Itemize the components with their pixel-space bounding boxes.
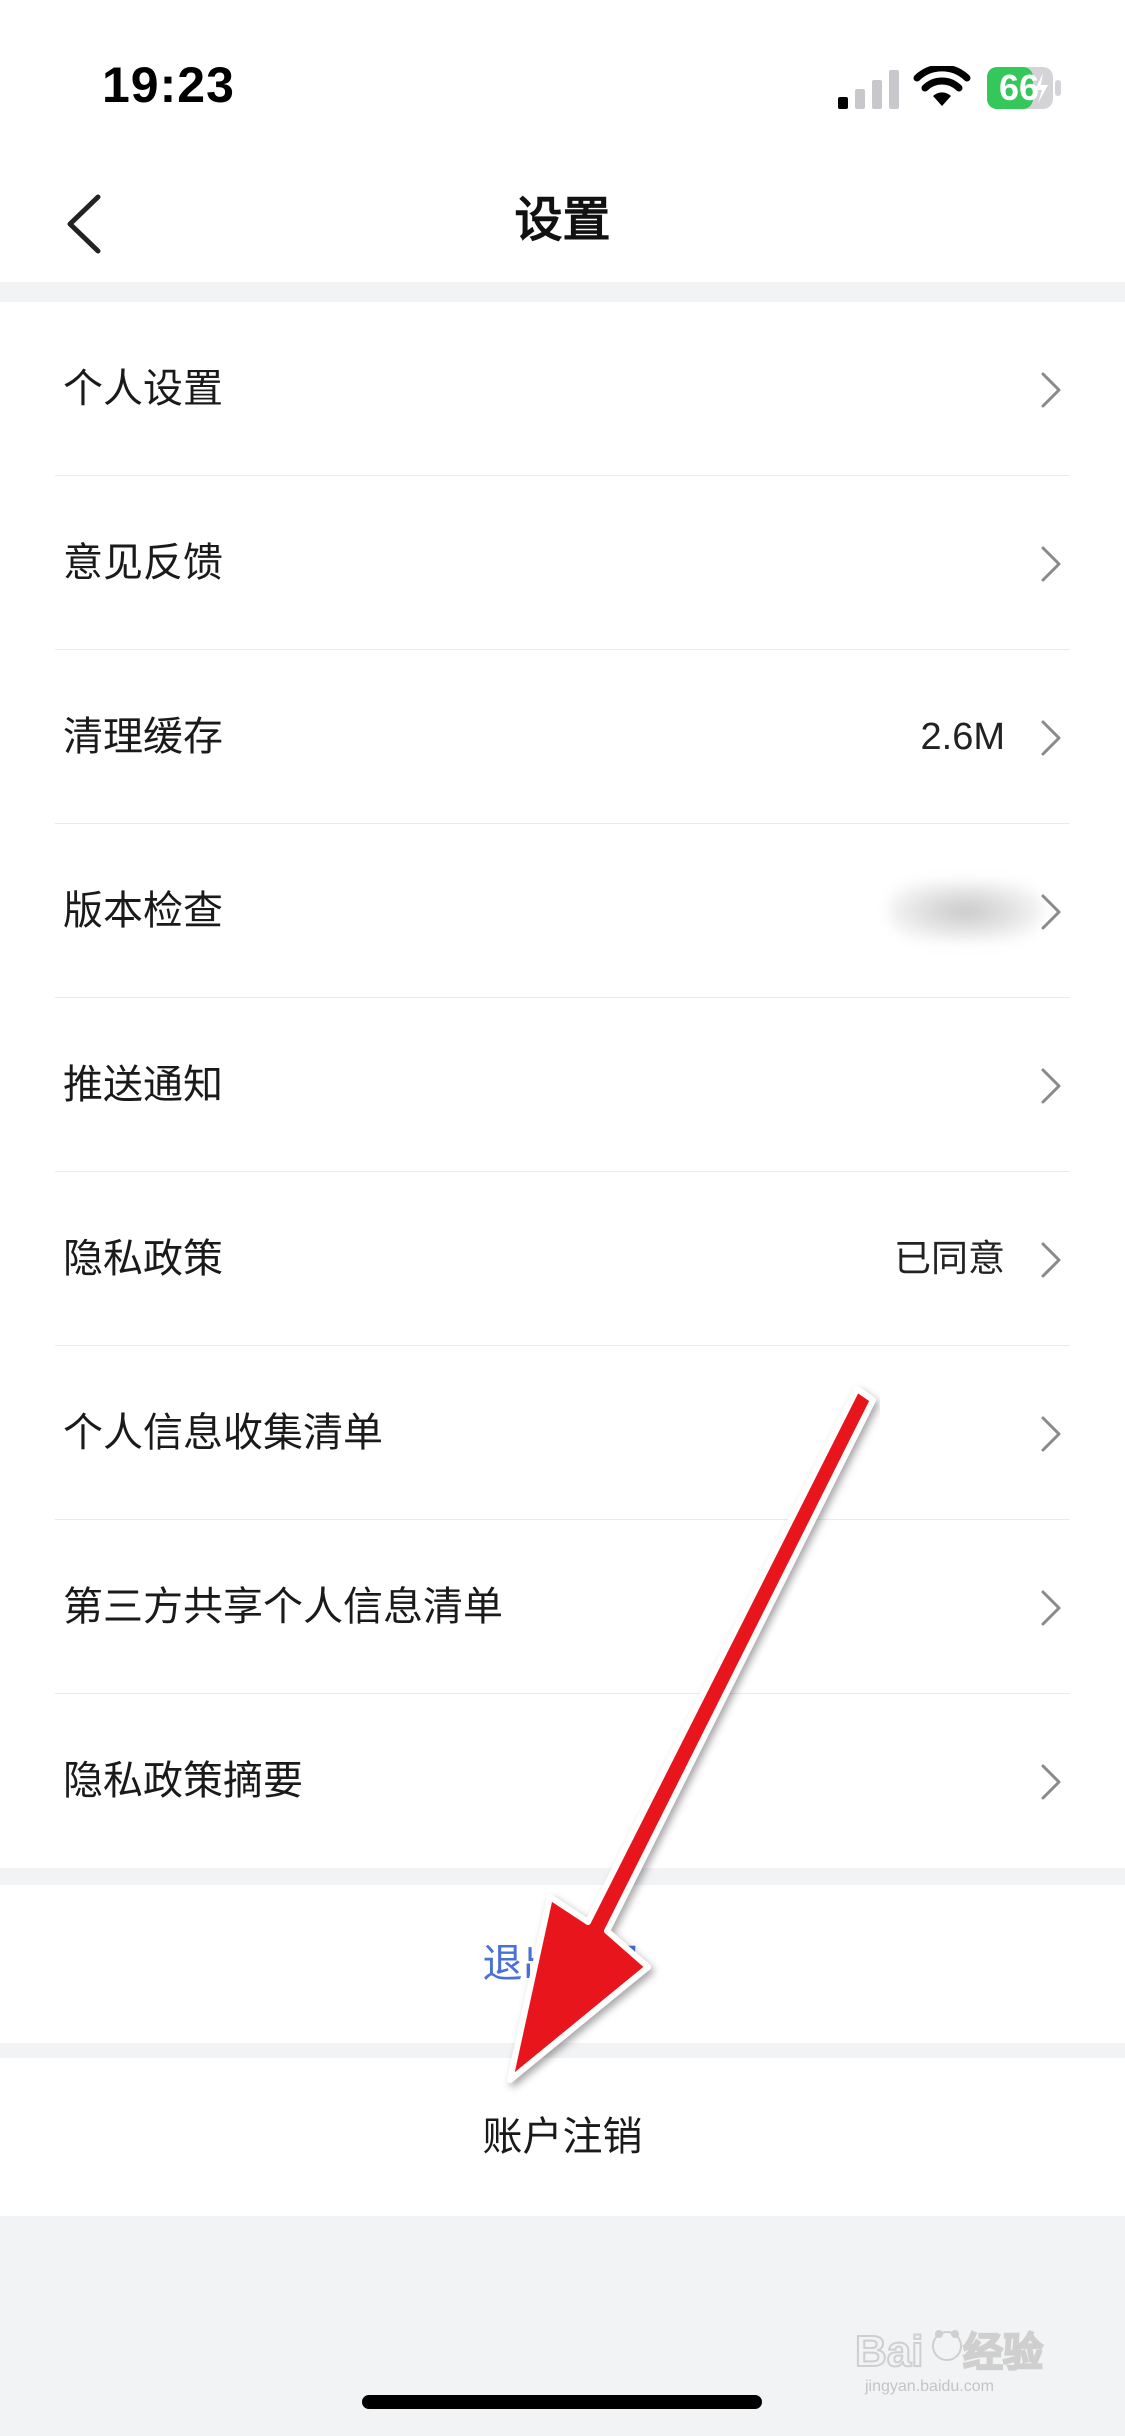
nav-bar: 设置 [0,165,1125,282]
logout-label: 退出登录 [482,1941,643,1987]
settings-item-label: 版本检查 [63,888,223,934]
settings-item-label: 个人信息收集清单 [63,1410,383,1456]
back-button[interactable] [52,183,124,265]
deregister-account-button[interactable]: 账户注销 [0,2058,1125,2216]
chevron-right-icon [1041,372,1061,408]
wifi-icon [913,66,971,106]
settings-item-label: 隐私政策摘要 [63,1758,303,1804]
settings-item-third-party-sharing-list[interactable]: 第三方共享个人信息清单 [0,1520,1125,1694]
settings-item-label: 第三方共享个人信息清单 [63,1584,503,1630]
settings-item-feedback[interactable]: 意见反馈 [0,476,1125,650]
baidu-watermark: Bai 经验 jingyan.baidu.com [855,2320,1075,2395]
settings-item-label: 意见反馈 [63,540,223,586]
deregister-label: 账户注销 [482,2114,643,2160]
settings-item-privacy-policy[interactable]: 隐私政策 已同意 [0,1172,1125,1346]
chevron-right-icon [1041,894,1061,930]
settings-item-info-collection-list[interactable]: 个人信息收集清单 [0,1346,1125,1520]
chevron-right-icon [1041,1068,1061,1104]
home-indicator [362,2395,762,2409]
chevron-right-icon [1041,1242,1061,1278]
chevron-right-icon [1041,1590,1061,1626]
privacy-status-value: 已同意 [894,1237,1005,1280]
baidu-logo-icon: Bai 经验 [855,2326,1044,2377]
svg-text:经验: 经验 [963,2331,1043,2375]
chevron-right-icon [1041,1416,1061,1452]
settings-item-label: 个人设置 [63,366,223,412]
settings-item-push-notification[interactable]: 推送通知 [0,998,1125,1172]
cache-size-value: 2.6M [920,716,1005,758]
settings-item-label: 清理缓存 [63,714,223,760]
settings-item-label: 推送通知 [63,1062,223,1108]
chevron-right-icon [1041,1764,1061,1800]
version-value-blurred [888,881,1043,941]
settings-item-label: 隐私政策 [63,1236,223,1282]
settings-item-version-check[interactable]: 版本检查 [0,824,1125,998]
page-title: 设置 [514,192,611,248]
battery-level: 66 [998,67,1040,108]
chevron-left-icon [67,194,101,254]
svg-text:Bai: Bai [855,2327,923,2376]
settings-list: 个人设置 意见反馈 清理缓存 2.6M 版本检查 推送通知 隐私政策 已同意 个… [0,302,1125,1868]
settings-item-privacy-summary[interactable]: 隐私政策摘要 [0,1694,1125,1868]
status-time: 19:23 [102,57,235,113]
settings-item-personal[interactable]: 个人设置 [0,302,1125,476]
chevron-right-icon [1041,720,1061,756]
chevron-right-icon [1041,546,1061,582]
settings-item-clear-cache[interactable]: 清理缓存 2.6M [0,650,1125,824]
signal-icon [838,70,899,109]
watermark-url: jingyan.baidu.com [865,2378,994,2395]
status-bar: 19:23 66 [0,0,1125,165]
logout-button[interactable]: 退出登录 [0,1885,1125,2043]
